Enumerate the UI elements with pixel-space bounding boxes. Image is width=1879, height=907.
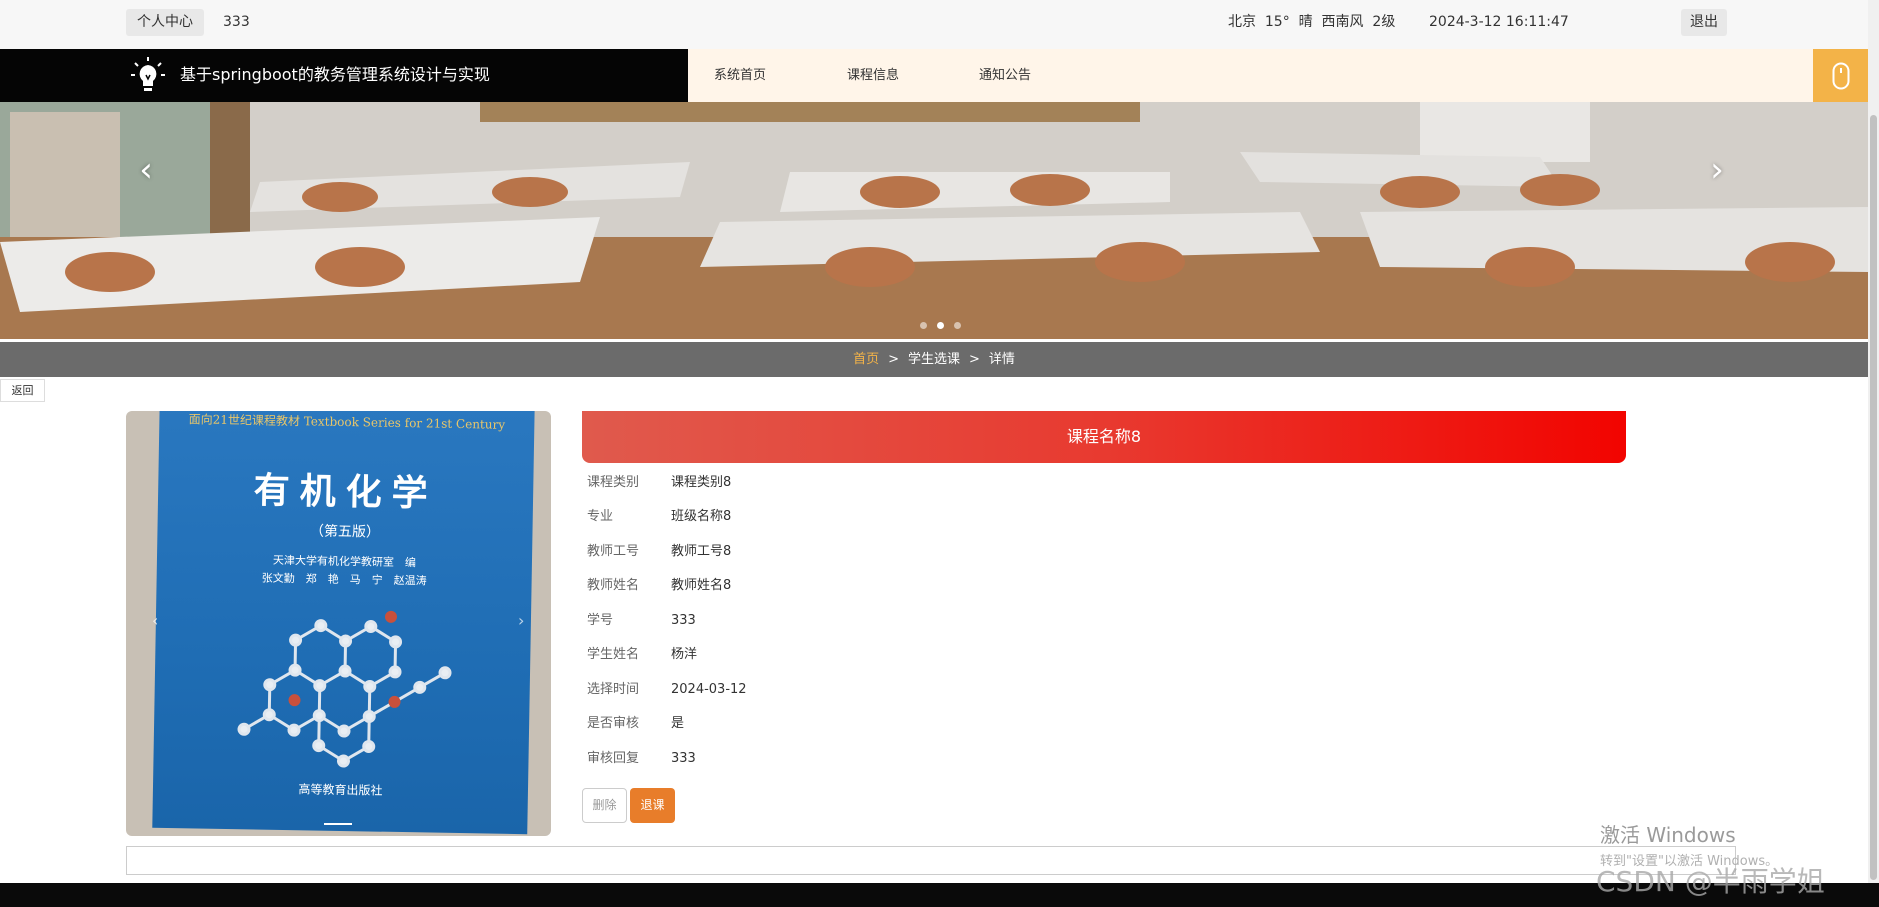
- breadcrumb-section[interactable]: 学生选课: [908, 352, 960, 367]
- breadcrumb-separator: >: [888, 352, 899, 367]
- mouse-icon: [1832, 62, 1849, 89]
- book-publisher-text: 高等教育出版社: [298, 782, 383, 798]
- comment-input[interactable]: [126, 846, 1736, 875]
- banner-dot[interactable]: [954, 322, 961, 329]
- breadcrumb-home[interactable]: 首页: [853, 352, 879, 367]
- detail-value: 333: [671, 751, 696, 766]
- detail-value: 教师工号8: [671, 544, 732, 559]
- detail-value: 杨洋: [671, 647, 698, 662]
- gallery-indicator[interactable]: [324, 823, 352, 825]
- detail-label: 教师姓名: [587, 578, 640, 593]
- banner-dot[interactable]: [920, 322, 927, 329]
- detail-label: 选择时间: [587, 682, 640, 697]
- book-edition-text: （第五版）: [309, 523, 381, 541]
- banner-dot[interactable]: [937, 322, 944, 329]
- detail-value: 课程类别8: [671, 475, 732, 490]
- banner-prev-arrow[interactable]: ‹: [132, 150, 160, 190]
- banner-next-arrow[interactable]: ›: [1703, 150, 1731, 190]
- detail-label: 是否审核: [587, 716, 640, 731]
- username-label: 333: [223, 14, 250, 30]
- classroom-banner-image: [0, 102, 1868, 339]
- textbook-cover-image: 面向21世纪课程教材 Textbook Series for 21st Cent…: [152, 411, 535, 835]
- course-image-carousel: 面向21世纪课程教材 Textbook Series for 21st Cent…: [126, 411, 551, 836]
- page-scrollbar[interactable]: [1868, 0, 1879, 883]
- detail-value: 教师姓名8: [671, 578, 732, 593]
- side-toggle-button[interactable]: [1813, 49, 1868, 102]
- gallery-prev-arrow[interactable]: ‹: [152, 611, 158, 630]
- windows-activation-watermark: 激活 Windows: [1600, 823, 1736, 847]
- molecule-illustration: [237, 610, 452, 768]
- detail-label: 学号: [587, 613, 614, 628]
- top-utility-bar: 个人中心 333 北京 15° 晴 西南风 2级 2024-3-12 16:11…: [0, 0, 1868, 49]
- top-nav: 系统首页 课程信息 通知公告: [688, 49, 1813, 102]
- detail-label: 教师工号: [587, 544, 640, 559]
- book-series-text: 面向21世纪课程教材 Textbook Series for 21st Cent…: [188, 412, 506, 432]
- delete-button[interactable]: 删除: [582, 788, 627, 823]
- datetime-display: 2024-3-12 16:11:47: [1429, 14, 1569, 30]
- gallery-next-arrow[interactable]: ›: [518, 611, 524, 630]
- detail-value: 333: [671, 613, 696, 628]
- scrollbar-thumb[interactable]: [1870, 115, 1877, 880]
- site-title: 基于springboot的教务管理系统设计与实现: [180, 65, 490, 84]
- detail-label: 学生姓名: [587, 647, 640, 662]
- banner-dots: [920, 322, 961, 329]
- banner-carousel: ‹ ›: [0, 102, 1868, 339]
- detail-label: 审核回复: [587, 751, 640, 766]
- nav-course-info[interactable]: 课程信息: [847, 67, 899, 84]
- nav-home[interactable]: 系统首页: [714, 67, 766, 84]
- drop-course-button[interactable]: 退课: [630, 788, 675, 823]
- detail-label: 课程类别: [587, 475, 640, 490]
- brand-area: 基于springboot的教务管理系统设计与实现: [0, 49, 688, 102]
- course-name-banner: 课程名称8: [582, 411, 1626, 463]
- detail-label: 专业: [587, 509, 614, 524]
- nav-announcements[interactable]: 通知公告: [979, 67, 1031, 84]
- detail-value: 2024-03-12: [671, 682, 747, 697]
- book-authors-text: 天津大学有机化学教研室 编 张文勤 郑 艳 马 宁 赵温涛: [156, 550, 532, 593]
- csdn-watermark: CSDN @半雨学姐: [1596, 865, 1825, 898]
- breadcrumb-current: 详情: [988, 352, 1015, 367]
- logout-button[interactable]: 退出: [1681, 9, 1727, 36]
- main-header: 基于springboot的教务管理系统设计与实现 系统首页 课程信息 通知公告: [0, 49, 1868, 102]
- breadcrumb: 首页 > 学生选课 > 详情: [0, 342, 1868, 377]
- weather-info: 北京 15° 晴 西南风 2级: [1228, 14, 1396, 30]
- book-title-text: 有机化学: [253, 469, 439, 515]
- personal-center-button[interactable]: 个人中心: [126, 9, 204, 36]
- detail-value: 班级名称8: [671, 509, 732, 524]
- breadcrumb-separator: >: [969, 352, 980, 367]
- lightbulb-icon: [131, 57, 165, 91]
- detail-value: 是: [671, 716, 685, 731]
- back-button[interactable]: 返回: [0, 379, 45, 402]
